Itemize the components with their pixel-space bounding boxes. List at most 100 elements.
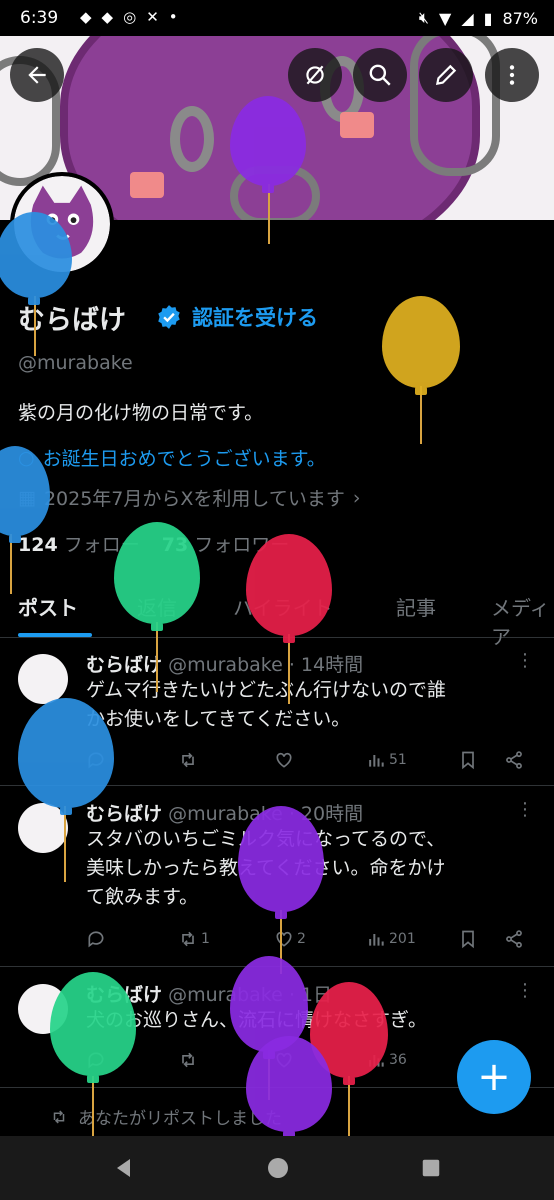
balloon-string [156, 622, 158, 692]
arrow-left-icon [28, 66, 46, 84]
plus-icon: + [477, 1054, 511, 1100]
reply-icon [88, 931, 104, 948]
balloon-string [348, 1076, 350, 1136]
share-icon [506, 751, 522, 769]
grok-button[interactable] [288, 48, 342, 102]
heart-icon [276, 752, 292, 768]
post-more-icon[interactable]: ⋮ [516, 650, 534, 671]
joined-row[interactable]: ▦ 2025年7月からXを利用しています › [18, 484, 360, 511]
views-button[interactable]: 51 [366, 750, 407, 770]
more-button[interactable] [485, 48, 539, 102]
wifi-icon: ▼ [439, 8, 452, 28]
post-author[interactable]: むらばけ [86, 803, 162, 825]
views-icon [369, 934, 384, 946]
view-count: 36 [389, 1052, 407, 1068]
bookmark-button[interactable] [458, 750, 478, 770]
dot-icon: • [168, 8, 178, 26]
post-text-line: ゲムマ行きたいけどたぶん行けないので誰 [86, 679, 447, 701]
discord-icon: ◆ [101, 8, 114, 26]
balloon-decoration [114, 522, 200, 631]
like-count: 2 [297, 931, 306, 947]
notification-icons: ◆ ◆ ◎ ✕ • [80, 8, 178, 26]
recents-square-icon[interactable] [420, 1157, 442, 1179]
system-icons: 🔇︎ ▼ ◢ ▮ 87% [419, 8, 538, 28]
banner-cheek [340, 112, 374, 138]
post-more-icon[interactable]: ⋮ [516, 799, 534, 820]
repost-icon [182, 931, 194, 947]
repost-button[interactable]: 1 [178, 929, 210, 949]
repost-count: 1 [201, 931, 210, 947]
more-vertical-icon [509, 65, 515, 85]
birthday-row[interactable]: ○ お誕生日おめでとうございます。 [18, 444, 326, 471]
balloon-string [288, 634, 290, 704]
tab-articles[interactable]: 記事 [396, 584, 436, 621]
balloon-decoration [238, 806, 324, 919]
share-icon [506, 930, 522, 948]
post-author[interactable]: むらばけ [86, 654, 162, 676]
back-triangle-icon[interactable] [112, 1156, 136, 1180]
repost-button[interactable] [178, 1050, 201, 1070]
balloon-string [34, 296, 36, 356]
discord-icon: ◆ [80, 8, 92, 26]
instagram-icon: ◎ [123, 8, 137, 26]
views-icon [369, 755, 384, 767]
chevron-right-icon: › [352, 486, 361, 509]
balloon-decoration [18, 698, 114, 815]
active-tab-indicator [18, 633, 92, 637]
post-more-icon[interactable]: ⋮ [516, 980, 534, 1001]
edit-button[interactable] [419, 48, 473, 102]
balloon-string [268, 184, 270, 244]
share-button[interactable] [504, 929, 524, 949]
like-button[interactable]: 2 [274, 929, 306, 949]
balloon-string [10, 534, 12, 594]
repost-indicator: あなたがリポストしました [50, 1104, 282, 1129]
post-avatar[interactable] [18, 654, 68, 704]
views-button[interactable]: 201 [366, 929, 416, 949]
share-button[interactable] [504, 750, 524, 770]
balloon-string [64, 806, 66, 882]
repost-icon [53, 1109, 65, 1124]
android-nav-bar [0, 1136, 554, 1200]
post-text-line: かお使いをしてきてください。 [86, 708, 351, 730]
x-icon: ✕ [146, 8, 159, 26]
view-count: 51 [389, 752, 407, 768]
bookmark-icon [462, 930, 474, 949]
profile-bio: 紫の月の化け物の日常です。 [18, 402, 264, 424]
post-meta: @murabake · 14時間 [168, 654, 364, 676]
back-button[interactable] [10, 48, 64, 102]
following-count: 124 [18, 534, 58, 556]
battery-percent: 87% [502, 8, 538, 28]
post-text: ゲムマ行きたいけどたぶん行けないので誰 かお使いをしてきてください。 [86, 676, 526, 734]
post-header: むらばけ @murabake · 20時間 [86, 799, 363, 826]
balloon-decoration [50, 972, 136, 1083]
birthday-text: お誕生日おめでとうございます。 [42, 448, 326, 470]
compose-button[interactable]: + [457, 1040, 531, 1114]
reply-button[interactable] [86, 929, 106, 949]
battery-icon: ▮ [483, 8, 493, 28]
heart-icon [276, 931, 292, 947]
tab-posts[interactable]: ポスト [18, 584, 78, 621]
get-verified-link[interactable]: 認証を受ける [192, 302, 318, 332]
banner-cheek [130, 172, 164, 198]
post-header: むらばけ @murabake · 14時間 [86, 650, 363, 677]
mute-icon: 🔇︎ [418, 8, 429, 27]
verified-badge-icon [158, 305, 180, 329]
repost-button[interactable] [178, 750, 201, 770]
bookmark-icon [462, 751, 474, 770]
search-button[interactable] [353, 48, 407, 102]
view-count: 201 [389, 931, 416, 947]
balloon-string [92, 1076, 94, 1136]
status-time: 6:39 [20, 8, 59, 28]
balloon-decoration [246, 534, 332, 643]
grok-icon [306, 65, 324, 85]
post-actions: 51 [86, 750, 532, 776]
joined-text: 2025年7月からXを利用しています [43, 488, 345, 510]
home-circle-icon[interactable] [266, 1156, 290, 1180]
balloon-decoration [246, 1036, 332, 1139]
bookmark-button[interactable] [458, 929, 478, 949]
post-actions: 1 2 201 [86, 929, 532, 955]
pencil-icon [435, 64, 457, 86]
like-button[interactable] [274, 750, 297, 770]
balloon-decoration [382, 296, 460, 395]
signal-icon: ◢ [461, 8, 474, 28]
